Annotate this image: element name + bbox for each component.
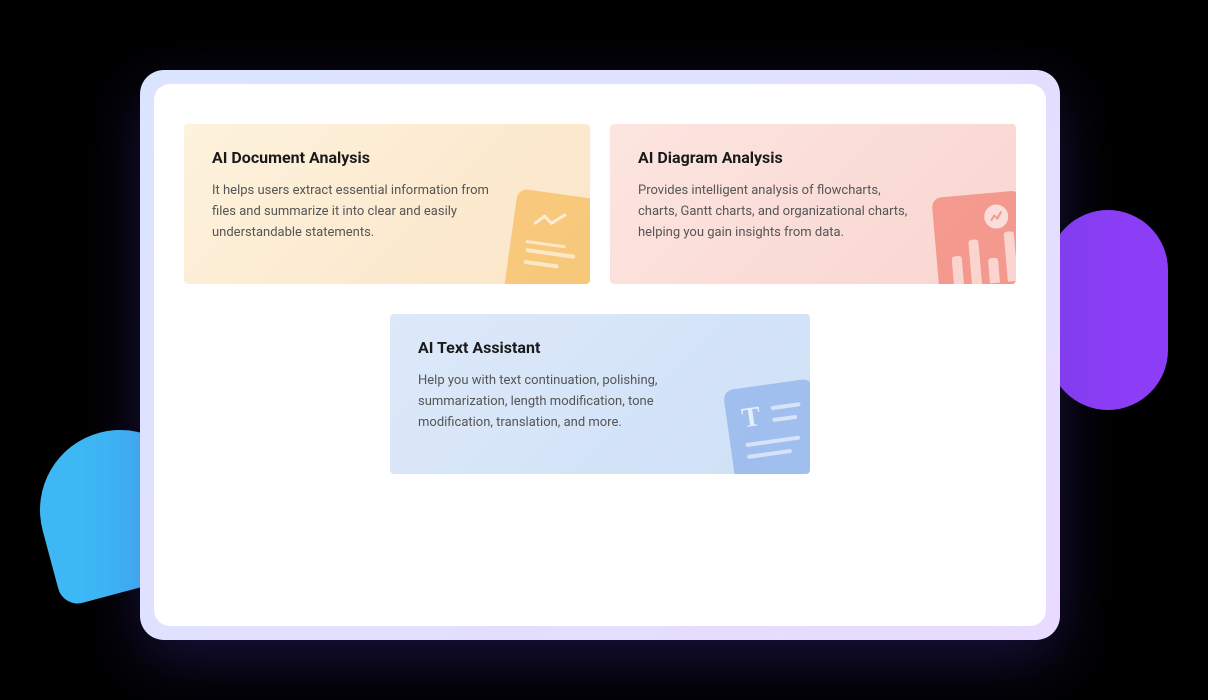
card-diagram-analysis[interactable]: AI Diagram Analysis Provides intelligent… [610,124,1016,284]
card-description: It helps users extract essential informa… [212,181,492,243]
card-title: AI Diagram Analysis [638,148,988,167]
card-description: Help you with text continuation, polishi… [418,371,698,433]
document-icon [503,188,590,284]
card-text-assistant[interactable]: AI Text Assistant Help you with text con… [390,314,810,474]
feature-panel: AI Document Analysis It helps users extr… [140,70,1060,640]
card-title: AI Document Analysis [212,148,562,167]
feature-panel-inner: AI Document Analysis It helps users extr… [154,84,1046,626]
card-document-analysis[interactable]: AI Document Analysis It helps users extr… [184,124,590,284]
cards-row-top: AI Document Analysis It helps users extr… [184,124,1016,284]
text-icon: T [723,378,810,474]
card-title: AI Text Assistant [418,338,782,357]
chart-icon [931,190,1016,284]
card-description: Provides intelligent analysis of flowcha… [638,181,918,243]
decorative-blob-purple [1048,210,1168,410]
